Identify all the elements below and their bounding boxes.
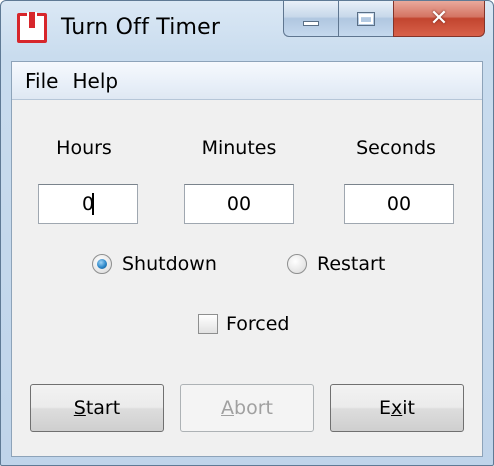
restart-radio[interactable]: Restart	[287, 253, 385, 275]
shutdown-label: Shutdown	[122, 253, 217, 275]
restart-label: Restart	[317, 253, 386, 275]
title-bar[interactable]: Turn Off Timer ✕	[1, 1, 493, 61]
abort-mnemonic: A	[221, 397, 235, 419]
seconds-input[interactable]	[344, 184, 454, 224]
exit-button[interactable]: Ex it	[330, 384, 464, 432]
radio-selected-icon	[92, 254, 112, 274]
minutes-input[interactable]	[184, 184, 294, 224]
maximize-button[interactable]	[338, 1, 393, 37]
forced-label: Forced	[226, 313, 290, 335]
app-window: Turn Off Timer ✕ File Help Hours Minutes…	[0, 0, 494, 466]
hours-label: Hours	[56, 137, 112, 159]
exit-mnemonic: x	[391, 397, 403, 419]
abort-label-rest: bort	[234, 397, 273, 419]
abort-button[interactable]: Abort	[180, 384, 314, 432]
power-icon-stem	[27, 12, 37, 28]
hours-input[interactable]	[38, 184, 138, 224]
exit-label-rest: it	[402, 397, 415, 419]
client-area: File Help Hours Minutes Seconds Shutdown…	[11, 61, 483, 457]
start-label-rest: tart	[85, 397, 121, 419]
close-icon: ✕	[429, 5, 449, 31]
text-caret	[92, 193, 94, 215]
forced-checkbox[interactable]: Forced	[198, 313, 289, 335]
menu-bar: File Help	[12, 62, 482, 100]
window-title: Turn Off Timer	[61, 15, 221, 40]
caption-buttons: ✕	[283, 1, 485, 37]
exit-label-prefix: E	[379, 397, 392, 419]
close-button[interactable]: ✕	[393, 1, 485, 37]
minutes-label: Minutes	[201, 137, 277, 159]
shutdown-radio[interactable]: Shutdown	[92, 253, 217, 275]
seconds-label: Seconds	[356, 137, 436, 159]
radio-unselected-icon	[287, 254, 307, 274]
menu-file[interactable]: File	[18, 69, 65, 93]
start-mnemonic: S	[73, 397, 86, 419]
maximize-icon	[357, 11, 375, 26]
checkbox-unchecked-icon	[198, 314, 218, 334]
menu-help[interactable]: Help	[65, 69, 125, 93]
start-button[interactable]: Start	[30, 384, 164, 432]
power-icon	[17, 12, 47, 43]
minimize-icon	[303, 21, 319, 26]
minimize-button[interactable]	[283, 1, 338, 37]
